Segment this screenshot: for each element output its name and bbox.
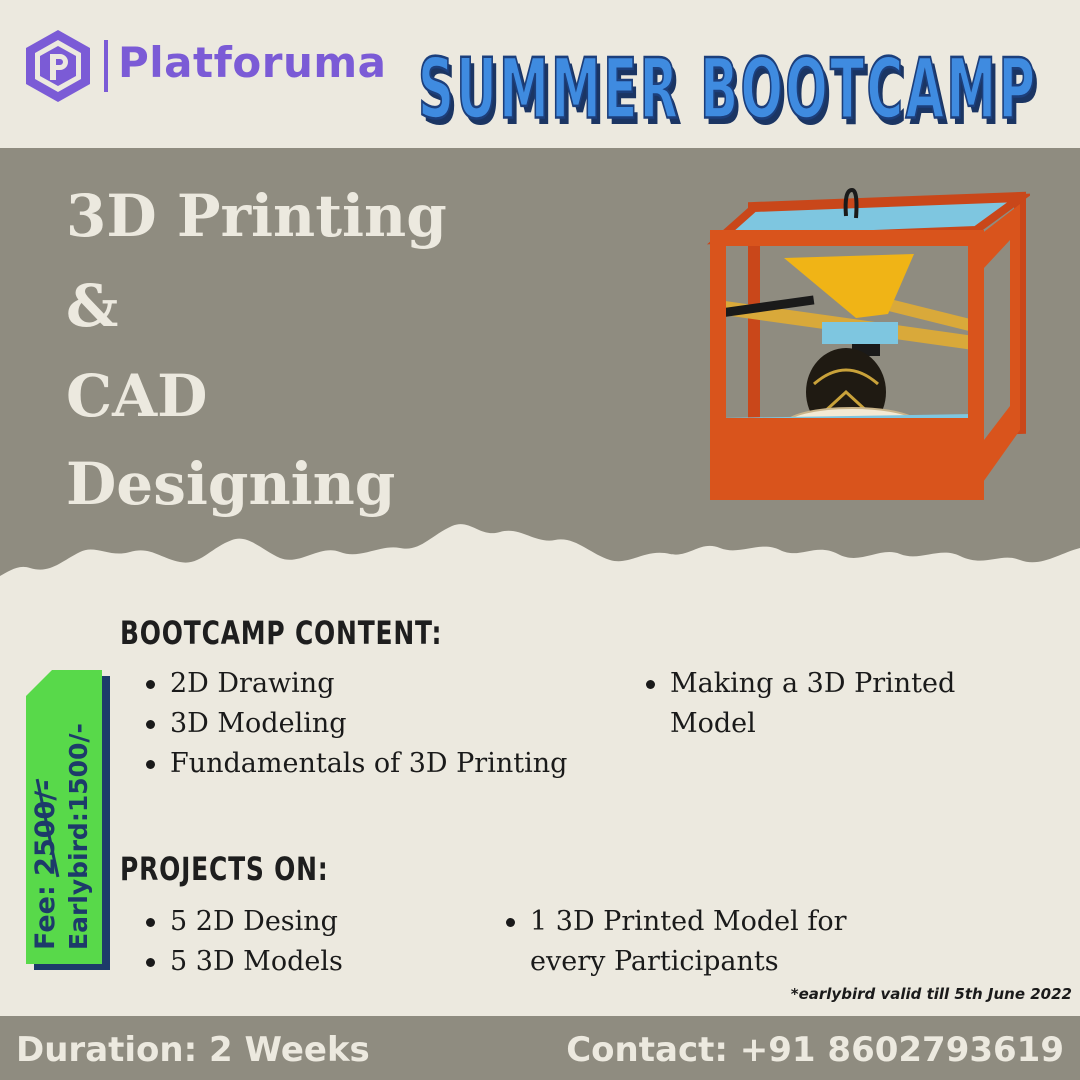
earlybird-note: *earlybird valid till 5th June 2022 — [790, 985, 1072, 1003]
course-title-line-2: & — [66, 272, 119, 340]
list-item: 5 3D Models — [144, 942, 343, 982]
list-item: Fundamentals of 3D Printing — [144, 744, 567, 784]
course-title-line-3: CAD — [66, 362, 208, 430]
earlybird-price: Earlybird:1500/- — [64, 723, 93, 950]
list-item-label: 5 2D Desing — [170, 906, 338, 937]
platforuma-logo-icon — [26, 30, 90, 102]
header: Platforuma SUMMER BOOTCAMP — [0, 0, 1080, 148]
list-item-continuation: Model — [644, 704, 955, 744]
list-item-label: Model — [670, 708, 756, 739]
list-item-label: 1 3D Printed Model for — [530, 906, 847, 937]
list-item-label: 2D Drawing — [170, 668, 335, 699]
projects-title: PROJECTS ON: — [120, 850, 329, 888]
bullet-icon — [146, 760, 155, 769]
bullet-icon — [146, 958, 155, 967]
list-item-label: every Participants — [530, 946, 779, 977]
list-item: 1 3D Printed Model for — [504, 902, 847, 942]
fee-line: Fee: 2500/- — [30, 780, 61, 950]
headline: SUMMER BOOTCAMP — [417, 41, 1038, 140]
list-item: 5 2D Desing — [144, 902, 343, 942]
contact-number: Contact: +91 8602793619 — [566, 1030, 1064, 1070]
bullet-icon — [146, 918, 155, 927]
projects-list-left: 5 2D Desing 5 3D Models — [144, 902, 343, 982]
list-item-label: 5 3D Models — [170, 946, 343, 977]
list-item: 2D Drawing — [144, 664, 567, 704]
3d-printer-illustration — [706, 187, 1030, 500]
bullet-icon — [646, 680, 655, 689]
course-title-line-1: 3D Printing — [66, 182, 447, 250]
footer: Duration: 2 Weeks Contact: +91 860279361… — [0, 1016, 1080, 1080]
brand-name: Platforuma — [118, 38, 387, 87]
bootcamp-content-list-left: 2D Drawing 3D Modeling Fundamentals of 3… — [144, 664, 567, 784]
bullet-icon — [146, 680, 155, 689]
fee-tag-text: Fee: 2500/- Earlybird:1500/- — [26, 670, 102, 964]
bullet-icon — [146, 720, 155, 729]
course-title-line-4: Designing — [66, 450, 396, 518]
list-item: Making a 3D Printed — [644, 664, 955, 704]
list-item-continuation: every Participants — [504, 942, 847, 982]
fee-original-price: 2500/- — [30, 779, 61, 876]
list-item-label: Making a 3D Printed — [670, 668, 956, 699]
bootcamp-content-list-right: Making a 3D Printed Model — [644, 664, 955, 744]
list-item: 3D Modeling — [144, 704, 567, 744]
bootcamp-content-title: BOOTCAMP CONTENT: — [120, 614, 443, 652]
bullet-icon — [506, 918, 515, 927]
projects-list-right: 1 3D Printed Model for every Participant… — [504, 902, 847, 982]
fee-label: Fee: — [30, 875, 61, 950]
logo-divider — [104, 40, 108, 92]
list-item-label: Fundamentals of 3D Printing — [170, 748, 568, 779]
list-item-label: 3D Modeling — [170, 708, 347, 739]
duration: Duration: 2 Weeks — [16, 1030, 370, 1070]
